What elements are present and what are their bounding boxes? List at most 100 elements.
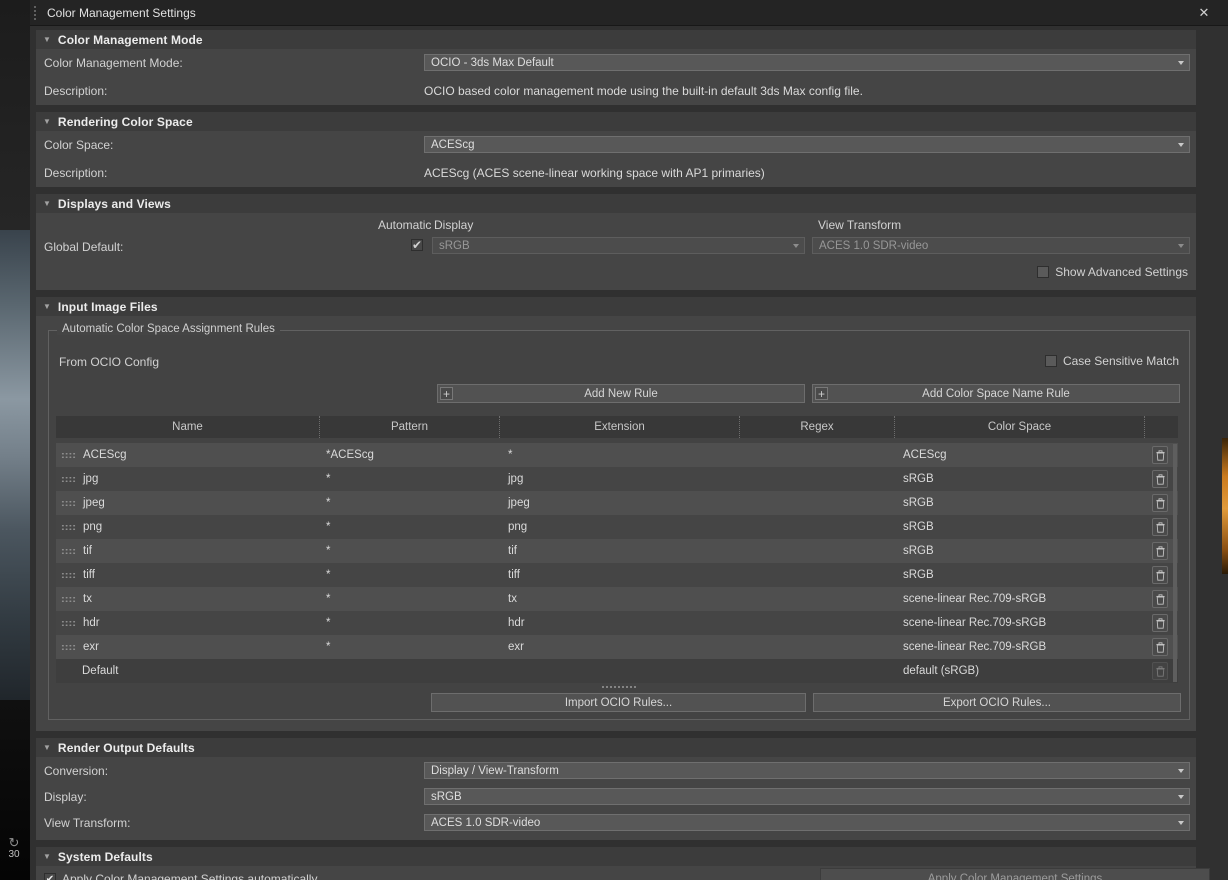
- delete-rule-button[interactable]: [1152, 590, 1168, 608]
- table-row[interactable]: tx * tx scene-linear Rec.709-sRGB: [56, 587, 1178, 611]
- from-ocio-config-label: From OCIO Config: [59, 355, 160, 369]
- trash-icon: [1155, 521, 1165, 533]
- delete-rule-button[interactable]: [1152, 566, 1168, 584]
- delete-rule-button[interactable]: [1152, 638, 1168, 656]
- delete-rule-button[interactable]: [1152, 542, 1168, 560]
- dropdown-value: OCIO - 3ds Max Default: [431, 56, 554, 69]
- column-header-extension[interactable]: Extension: [500, 416, 740, 438]
- add-new-rule-button[interactable]: + Add New Rule: [437, 384, 805, 403]
- output-display-dropdown[interactable]: sRGB: [424, 788, 1190, 805]
- automatic-checkbox[interactable]: ✔: [411, 239, 423, 251]
- rendering-description: ACEScg (ACES scene-linear working space …: [424, 165, 765, 180]
- table-resize-grip[interactable]: [601, 685, 637, 690]
- output-view-transform-dropdown[interactable]: ACES 1.0 SDR-video: [424, 814, 1190, 831]
- table-row[interactable]: jpg * jpg sRGB: [56, 467, 1178, 491]
- viewport-background: ↻ 30: [0, 0, 30, 880]
- show-advanced-settings-checkbox[interactable]: [1037, 266, 1050, 278]
- section-title: Displays and Views: [57, 196, 171, 211]
- rules-table-body: ACEScg *ACEScg * ACEScg jpg * jpg sRGB j…: [56, 443, 1178, 683]
- description-label: Description:: [44, 83, 108, 98]
- delete-rule-button-disabled: [1152, 662, 1168, 680]
- table-scrollbar[interactable]: [1173, 444, 1177, 682]
- color-management-mode-dropdown[interactable]: OCIO - 3ds Max Default: [424, 54, 1190, 71]
- delete-rule-button[interactable]: [1152, 614, 1168, 632]
- rule-extension: hdr: [508, 617, 525, 629]
- drag-handle-icon[interactable]: [61, 595, 76, 603]
- rule-color-space: scene-linear Rec.709-sRGB: [903, 593, 1047, 605]
- rule-pattern: *: [326, 593, 331, 605]
- collapse-arrow-icon: ▼: [43, 301, 51, 311]
- global-display-dropdown: sRGB: [432, 237, 805, 254]
- apply-automatically-checkbox[interactable]: ✔: [44, 873, 56, 880]
- collapse-arrow-icon: ▼: [43, 116, 51, 126]
- section-header-rendering-color-space[interactable]: ▼ Rendering Color Space: [36, 112, 1196, 131]
- section-header-render-output-defaults[interactable]: ▼ Render Output Defaults: [36, 738, 1196, 757]
- frame-number: 30: [8, 849, 20, 860]
- dropdown-value: sRGB: [439, 239, 470, 252]
- column-label-display: Display: [434, 218, 474, 232]
- drag-handle-icon[interactable]: [61, 499, 76, 507]
- apply-automatically-label: Apply Color Management Settings automati…: [62, 872, 318, 880]
- delete-rule-button[interactable]: [1152, 470, 1168, 488]
- rule-color-space: sRGB: [903, 545, 934, 557]
- rollout-rendering-color-space: ▼ Rendering Color Space Color Space: ACE…: [36, 112, 1196, 187]
- drag-handle-icon[interactable]: [61, 643, 76, 651]
- rule-name: jpg: [83, 473, 99, 485]
- rule-pattern: *ACEScg: [326, 449, 374, 461]
- case-sensitive-match-label: Case Sensitive Match: [1062, 354, 1179, 368]
- dropdown-arrow-icon: [1178, 821, 1184, 825]
- rendering-color-space-dropdown[interactable]: ACEScg: [424, 136, 1190, 153]
- table-row[interactable]: tiff * tiff sRGB: [56, 563, 1178, 587]
- delete-rule-button[interactable]: [1152, 494, 1168, 512]
- view-transform-label: View Transform:: [44, 815, 131, 830]
- rule-name: tiff: [83, 569, 95, 581]
- column-header-regex[interactable]: Regex: [740, 416, 895, 438]
- column-header-name[interactable]: Name: [56, 416, 320, 438]
- drag-handle-icon[interactable]: [61, 451, 76, 459]
- titlebar-grip-icon[interactable]: [33, 5, 38, 20]
- table-row[interactable]: png * png sRGB: [56, 515, 1178, 539]
- close-icon: ✕: [1198, 5, 1210, 20]
- rule-name: png: [83, 521, 103, 533]
- table-row-default[interactable]: Default default (sRGB): [56, 659, 1178, 683]
- drag-handle-icon[interactable]: [61, 571, 76, 579]
- conversion-dropdown[interactable]: Display / View-Transform: [424, 762, 1190, 779]
- dropdown-arrow-icon: [793, 244, 799, 248]
- table-row[interactable]: tif * tif sRGB: [56, 539, 1178, 563]
- dropdown-value: ACEScg: [431, 138, 475, 151]
- table-row[interactable]: exr * exr scene-linear Rec.709-sRGB: [56, 635, 1178, 659]
- drag-handle-icon[interactable]: [61, 619, 76, 627]
- add-color-space-name-rule-button[interactable]: + Add Color Space Name Rule: [812, 384, 1180, 403]
- delete-rule-button[interactable]: [1152, 446, 1168, 464]
- groupbox-title: Automatic Color Space Assignment Rules: [57, 323, 280, 335]
- section-header-input-image-files[interactable]: ▼ Input Image Files: [36, 297, 1196, 316]
- rule-pattern: *: [326, 617, 331, 629]
- apply-color-management-settings-button[interactable]: Apply Color Management Settings: [820, 868, 1210, 880]
- section-header-displays-and-views[interactable]: ▼ Displays and Views: [36, 194, 1196, 213]
- table-row[interactable]: hdr * hdr scene-linear Rec.709-sRGB: [56, 611, 1178, 635]
- dropdown-value: sRGB: [431, 790, 462, 803]
- add-new-rule-label: Add New Rule: [584, 387, 658, 400]
- global-default-label: Global Default:: [44, 240, 124, 254]
- column-header-color-space[interactable]: Color Space: [895, 416, 1145, 438]
- trash-icon: [1155, 449, 1165, 461]
- drag-handle-icon[interactable]: [61, 475, 76, 483]
- delete-rule-button[interactable]: [1152, 518, 1168, 536]
- table-row[interactable]: ACEScg *ACEScg * ACEScg: [56, 443, 1178, 467]
- close-button[interactable]: ✕: [1194, 4, 1214, 22]
- rule-extension: exr: [508, 641, 524, 653]
- column-header-pattern[interactable]: Pattern: [320, 416, 500, 438]
- drag-handle-icon[interactable]: [61, 547, 76, 555]
- collapse-arrow-icon: ▼: [43, 198, 51, 208]
- import-ocio-rules-button[interactable]: Import OCIO Rules...: [431, 693, 806, 712]
- case-sensitive-match-checkbox[interactable]: [1044, 355, 1057, 367]
- section-header-system-defaults[interactable]: ▼ System Defaults: [36, 847, 1196, 866]
- table-row[interactable]: jpeg * jpeg sRGB: [56, 491, 1178, 515]
- section-header-color-management-mode[interactable]: ▼ Color Management Mode: [36, 30, 1196, 49]
- export-ocio-rules-button[interactable]: Export OCIO Rules...: [813, 693, 1181, 712]
- global-view-transform-dropdown: ACES 1.0 SDR-video: [812, 237, 1190, 254]
- drag-handle-icon[interactable]: [61, 523, 76, 531]
- rule-pattern: *: [326, 473, 331, 485]
- frame-indicator: ↻ 30: [2, 836, 26, 861]
- dialog-titlebar[interactable]: Color Management Settings ✕: [30, 0, 1228, 26]
